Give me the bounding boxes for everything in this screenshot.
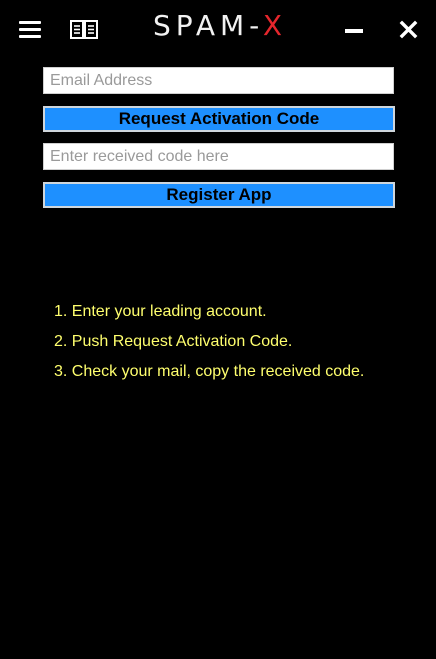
title-bar: SPAM-X <box>0 0 436 58</box>
instruction-step: 1. Enter your leading account. <box>54 303 267 320</box>
app-title-accent: X <box>262 9 288 42</box>
minimize-icon[interactable] <box>345 20 367 36</box>
close-icon[interactable] <box>399 19 419 39</box>
app-title-main: SPAM- <box>152 9 263 42</box>
app-title: SPAM-X <box>110 10 330 42</box>
instructions-list: 1. Enter your leading account. 2. Push R… <box>54 302 364 392</box>
request-activation-code-button[interactable]: Request Activation Code <box>43 106 395 132</box>
menu-icon[interactable] <box>19 20 41 38</box>
book-icon[interactable] <box>69 18 99 40</box>
instruction-step: 2. Push Request Activation Code. <box>54 333 293 350</box>
instruction-step: 3. Check your mail, copy the received co… <box>54 363 365 380</box>
activation-code-field[interactable] <box>43 143 394 170</box>
register-app-button[interactable]: Register App <box>43 182 395 208</box>
email-field[interactable] <box>43 67 394 94</box>
